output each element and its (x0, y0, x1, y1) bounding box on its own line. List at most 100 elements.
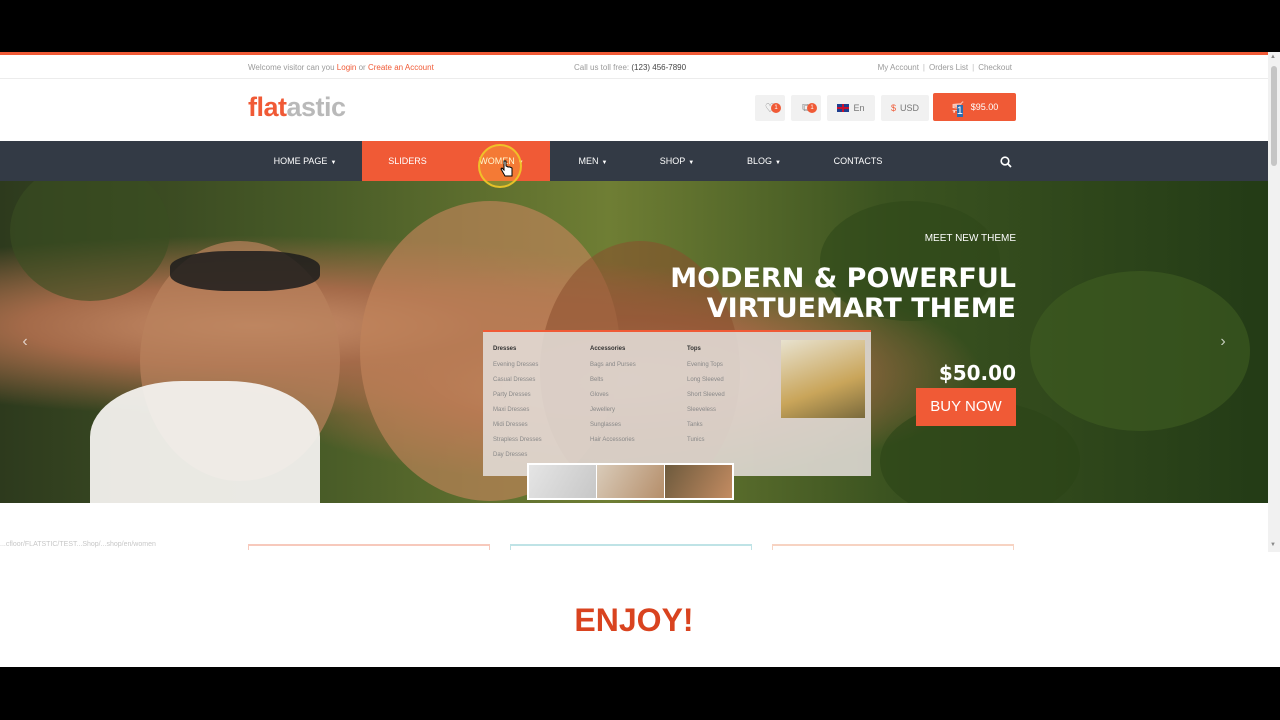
top-bar: Welcome visitor can you Login or Create … (0, 55, 1268, 79)
nav-item-contacts[interactable]: CONTACTS (810, 141, 906, 181)
cart-badge: 1 (956, 104, 963, 117)
nav-item-blog[interactable]: BLOG ▼ (718, 141, 810, 181)
compare-button[interactable]: ⧉ 1 (791, 95, 821, 121)
mega-column-accessories: Accessories Bags and Purses Belts Gloves… (590, 346, 636, 452)
mega-column-title[interactable]: Dresses (493, 346, 542, 352)
logo-part-flat: flat (248, 92, 287, 122)
cart-icon: 🛒︎ 1 (951, 101, 965, 117)
hero-title-line-2: VIRTUEMART THEME (706, 293, 1016, 324)
caret-down-icon: ▼ (688, 160, 695, 166)
mega-column-tops: Tops Evening Tops Long Sleeved Short Sle… (687, 346, 725, 452)
mega-link[interactable]: Hair Accessories (590, 437, 636, 443)
checkout-link[interactable]: Checkout (978, 63, 1012, 72)
mega-link[interactable]: Day Dresses (493, 452, 542, 458)
currency-symbol: $ (890, 103, 896, 113)
feature-box[interactable] (248, 544, 490, 550)
page-scrollbar[interactable]: ▲ ▼ (1268, 52, 1280, 552)
mega-link[interactable]: Short Sleeved (687, 392, 725, 398)
slider-prev-arrow-icon[interactable]: ‹ (12, 329, 38, 355)
site-header: flatastic ♡ 1 ⧉ 1 En $ USD 🛒︎ 1 (0, 79, 1268, 141)
mega-link[interactable]: Belts (590, 377, 636, 383)
mega-link[interactable]: Jewellery (590, 407, 636, 413)
logo-part-astic: astic (286, 92, 347, 122)
mega-link[interactable]: Evening Dresses (493, 362, 542, 368)
mega-link[interactable]: Midi Dresses (493, 422, 542, 428)
login-link[interactable]: Login (337, 63, 357, 72)
nav-item-home-page[interactable]: HOME PAGE ▼ (248, 141, 362, 181)
women-mega-menu: Dresses Evening Dresses Casual Dresses P… (483, 330, 871, 476)
uk-flag-icon (837, 104, 850, 112)
phone-label: Call us toll free: (574, 63, 630, 72)
feature-box[interactable] (510, 544, 752, 550)
nav-label-men: MEN (578, 156, 599, 166)
slider-thumbnails (527, 463, 734, 500)
create-account-link[interactable]: Create an Account (368, 63, 434, 72)
nav-label-blog: BLOG (747, 156, 773, 166)
mega-link[interactable]: Tunics (687, 437, 725, 443)
my-account-link[interactable]: My Account (878, 63, 919, 72)
mega-link[interactable]: Casual Dresses (493, 377, 542, 383)
nav-item-shop[interactable]: SHOP ▼ (636, 141, 718, 181)
orders-list-link[interactable]: Orders List (929, 63, 968, 72)
welcome-text: Welcome visitor can you (248, 63, 335, 72)
slider-next-arrow-icon[interactable]: › (1210, 329, 1236, 355)
hand-cursor-icon (500, 160, 513, 177)
foliage-shape (10, 181, 170, 301)
language-label: En (853, 103, 865, 113)
hero-kicker: MEET NEW THEME (924, 233, 1016, 244)
or-text: or (358, 63, 366, 72)
scroll-up-arrow-icon[interactable]: ▲ (1270, 54, 1276, 60)
nav-item-sliders[interactable]: SLIDERS (362, 141, 453, 181)
shirt-shape (90, 381, 320, 503)
hero-title: MODERN & POWERFUL VIRTUEMART THEME (670, 264, 1016, 324)
nav-label-sliders: SLIDERS (388, 156, 427, 166)
cart-total: $95.00 (970, 102, 999, 112)
buy-now-button[interactable]: BUY NOW (916, 388, 1016, 426)
mega-link[interactable]: Gloves (590, 392, 636, 398)
feature-boxes-row (0, 544, 1268, 550)
browser-viewport: Welcome visitor can you Login or Create … (0, 52, 1280, 667)
sunglasses-shape (170, 251, 320, 291)
phone-info: Call us toll free: (123) 456-7890 (574, 63, 686, 72)
scroll-down-arrow-icon[interactable]: ▼ (1270, 542, 1276, 548)
slider-thumbnail[interactable] (665, 465, 732, 498)
logo[interactable]: flatastic (248, 92, 346, 123)
nav-label-home-page: HOME PAGE (273, 156, 328, 166)
mega-link[interactable]: Bags and Purses (590, 362, 636, 368)
mega-link[interactable]: Party Dresses (493, 392, 542, 398)
hero-title-line-1: MODERN & POWERFUL (670, 263, 1016, 294)
cart-button[interactable]: 🛒︎ 1 $95.00 (933, 93, 1016, 121)
hero-slider: Dresses Evening Dresses Casual Dresses P… (0, 181, 1268, 503)
wishlist-badge: 1 (771, 103, 781, 113)
search-button[interactable] (994, 141, 1018, 181)
scrollbar-thumb[interactable] (1271, 66, 1277, 166)
compare-badge: 1 (807, 103, 817, 113)
mega-link[interactable]: Tanks (687, 422, 725, 428)
phone-number: (123) 456-7890 (631, 63, 687, 72)
mega-menu-promo-image[interactable] (781, 340, 865, 418)
video-frame: Welcome visitor can you Login or Create … (0, 0, 1280, 720)
wishlist-button[interactable]: ♡ 1 (755, 95, 785, 121)
mega-link[interactable]: Sleeveless (687, 407, 725, 413)
slider-thumbnail[interactable] (597, 465, 665, 498)
currency-selector[interactable]: $ USD (881, 95, 929, 121)
hero-price: $50.00 (938, 361, 1016, 385)
main-nav: HOME PAGE ▼ SLIDERS WOMEN ▼ MEN ▼ SHOP ▼ BLO… (0, 141, 1268, 181)
mega-column-title[interactable]: Tops (687, 346, 725, 352)
mega-column-title[interactable]: Accessories (590, 346, 636, 352)
caret-down-icon: ▼ (775, 160, 781, 166)
slider-thumbnail[interactable] (529, 465, 597, 498)
nav-label-contacts: CONTACTS (833, 156, 883, 166)
mega-link[interactable]: Sunglasses (590, 422, 636, 428)
mega-link[interactable]: Evening Tops (687, 362, 725, 368)
mega-link[interactable]: Maxi Dresses (493, 407, 542, 413)
account-links: My Account | Orders List | Checkout (877, 63, 1012, 72)
search-icon (1000, 156, 1012, 168)
mega-link[interactable]: Long Sleeved (687, 377, 725, 383)
language-selector[interactable]: En (827, 95, 875, 121)
enjoy-heading: ENJOY! (574, 602, 694, 638)
mega-link[interactable]: Strapless Dresses (493, 437, 542, 443)
nav-item-men[interactable]: MEN ▼ (550, 141, 636, 181)
nav-label-shop: SHOP (659, 156, 686, 166)
feature-box[interactable] (772, 544, 1014, 550)
